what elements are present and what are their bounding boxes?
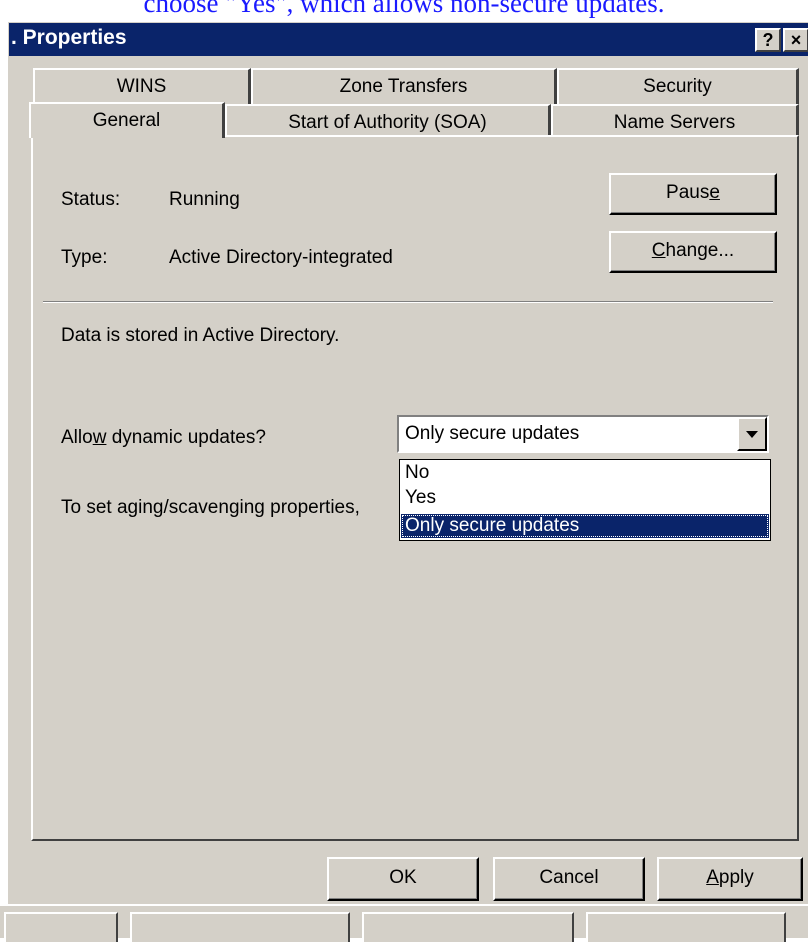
dynamic-updates-label: Allow dynamic updates? [61,427,266,448]
dynamic-updates-value: Only secure updates [405,423,580,444]
dynamic-updates-select[interactable]: Only secure updates [397,415,769,453]
close-button[interactable]: × [783,28,808,52]
properties-dialog: . Properties ? × WINS Zone Transfers Sec… [8,22,808,928]
window-title: . Properties [11,26,127,49]
taskbar [0,904,808,942]
tab-zone-transfers[interactable]: Zone Transfers [251,68,557,104]
cancel-button[interactable]: Cancel [493,857,645,901]
option-yes[interactable]: Yes [401,486,769,510]
storage-text: Data is stored in Active Directory. [61,325,340,346]
tab-wins[interactable]: WINS [33,68,251,104]
instruction-caption-text: choose "Yes", which allows non-secure up… [143,0,665,18]
status-value: Running [169,189,240,210]
tab-general[interactable]: General [29,102,225,138]
type-label: Type: [61,247,108,268]
title-bar: . Properties ? × [9,23,808,56]
change-button[interactable]: Change... [609,231,777,273]
dynamic-updates-dropdown: No Yes Only secure updates [399,459,771,541]
tab-strip: WINS Zone Transfers Security General Sta… [9,56,808,138]
tab-soa[interactable]: Start of Authority (SOA) [225,104,551,136]
option-only-secure[interactable]: Only secure updates [401,514,769,538]
separator [43,301,773,303]
help-button[interactable]: ? [755,28,781,52]
pause-button[interactable]: Pause [609,173,777,215]
tab-name-servers[interactable]: Name Servers [551,104,799,136]
type-value: Active Directory-integrated [169,247,393,268]
tab-security[interactable]: Security [557,68,799,104]
apply-button[interactable]: Apply [657,857,803,901]
aging-text: To set aging/scavenging properties, [61,497,360,518]
status-label: Status: [61,189,121,210]
ok-button[interactable]: OK [327,857,479,901]
option-no[interactable]: No [401,461,769,485]
chevron-down-icon[interactable] [737,417,767,451]
instruction-caption: choose "Yes", which allows non-secure up… [0,0,808,22]
